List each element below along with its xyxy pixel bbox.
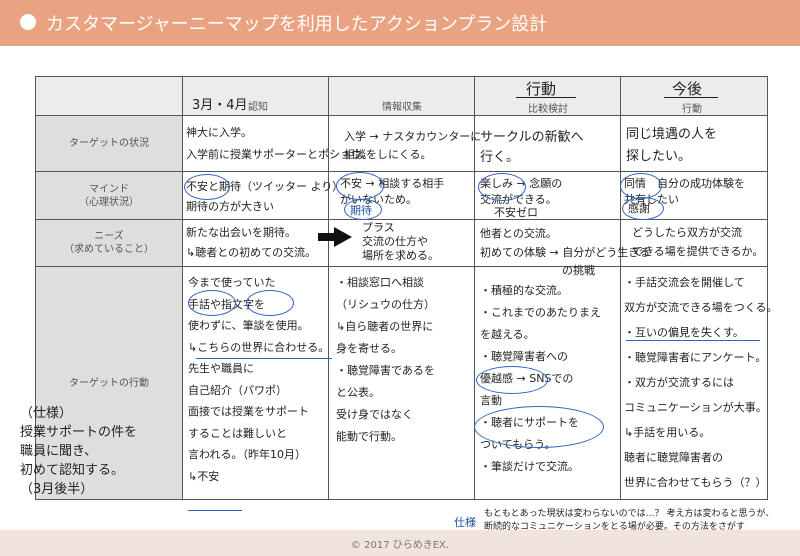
blue-underline bbox=[196, 358, 332, 359]
note-situation-3: サークルの新歓へ 行く。 bbox=[480, 130, 584, 165]
title-bar: カスタマージャーニーマップを利用したアクションプラン設計 bbox=[0, 0, 800, 46]
note-needs-4: どうしたら双方が交流 できる場を提供できるか。 bbox=[632, 226, 764, 258]
col-underline-3 bbox=[516, 97, 576, 98]
blue-underline bbox=[626, 340, 760, 341]
note-mind-fuan-zero: 不安ゼロ bbox=[494, 206, 538, 219]
row-header-needs: ニーズ （求めていること） bbox=[35, 219, 183, 267]
col-label-action: 行動 bbox=[682, 104, 702, 115]
col-underline-4 bbox=[664, 97, 718, 98]
highlight-circle bbox=[184, 174, 230, 200]
highlight-circle bbox=[246, 290, 294, 316]
highlight-circle bbox=[188, 290, 236, 316]
note-needs-3: 他者との交流。 初めての体験 → 自分がどう生きる bbox=[480, 227, 650, 259]
highlight-circle bbox=[622, 197, 664, 220]
col-handwritten-3: 行動 bbox=[526, 80, 557, 98]
note-needs-1: 新たな出会いを期待。 ↳聴者との初めての交流。 bbox=[186, 226, 317, 259]
note-needs-2: プラス 交流の仕方や 場所を求める。 bbox=[362, 221, 439, 262]
note-behavior-4: ・手話交流会を開催して 双方が交流できる場をつくる。 ・互いの偏見を失くす。 ・… bbox=[624, 276, 778, 489]
note-needs-extra: の挑戦 bbox=[562, 264, 595, 277]
highlight-circle bbox=[474, 406, 604, 448]
col-handwritten-4: 今後 bbox=[672, 80, 703, 98]
big-arrow-icon bbox=[334, 227, 352, 247]
corner-cell bbox=[35, 76, 183, 116]
highlight-circle bbox=[476, 366, 548, 394]
left-margin-note: （仕様） 授業サポートの件を 職員に聞き、 初めて認知する。 （3月後半） bbox=[20, 406, 138, 497]
footer-copyright: © 2017 ひらめきEX. bbox=[350, 540, 450, 551]
row-header-situation: ターゲットの状況 bbox=[35, 115, 183, 172]
col-label-compare: 比較検討 bbox=[528, 104, 568, 115]
col-label-info: 情報収集 bbox=[382, 102, 422, 113]
col-handwritten-1: 3月・4月 bbox=[192, 98, 248, 113]
note-situation-4: 同じ境遇の人を 探したい。 bbox=[626, 127, 718, 164]
highlight-circle bbox=[620, 173, 662, 199]
title-bullet-icon bbox=[20, 14, 36, 30]
blue-underline bbox=[188, 510, 242, 511]
highlight-circle bbox=[344, 199, 382, 220]
slide-title: カスタマージャーニーマップを利用したアクションプラン設計 bbox=[46, 14, 548, 35]
row-header-mind: マインド （心理状況） bbox=[35, 171, 183, 220]
note-situation-2: 入学 → ナスタカウンターに 相談をしにくる。 bbox=[344, 130, 482, 161]
note-behavior-2: ・相談窓口へ相談 （リシュウの仕方） ↳自ら聴者の世界に 身を寄せる。 ・聴覚障… bbox=[336, 276, 435, 443]
highlight-circle bbox=[336, 172, 384, 200]
highlight-circle bbox=[478, 173, 526, 201]
bottom-note-label: 仕様 bbox=[454, 516, 476, 529]
